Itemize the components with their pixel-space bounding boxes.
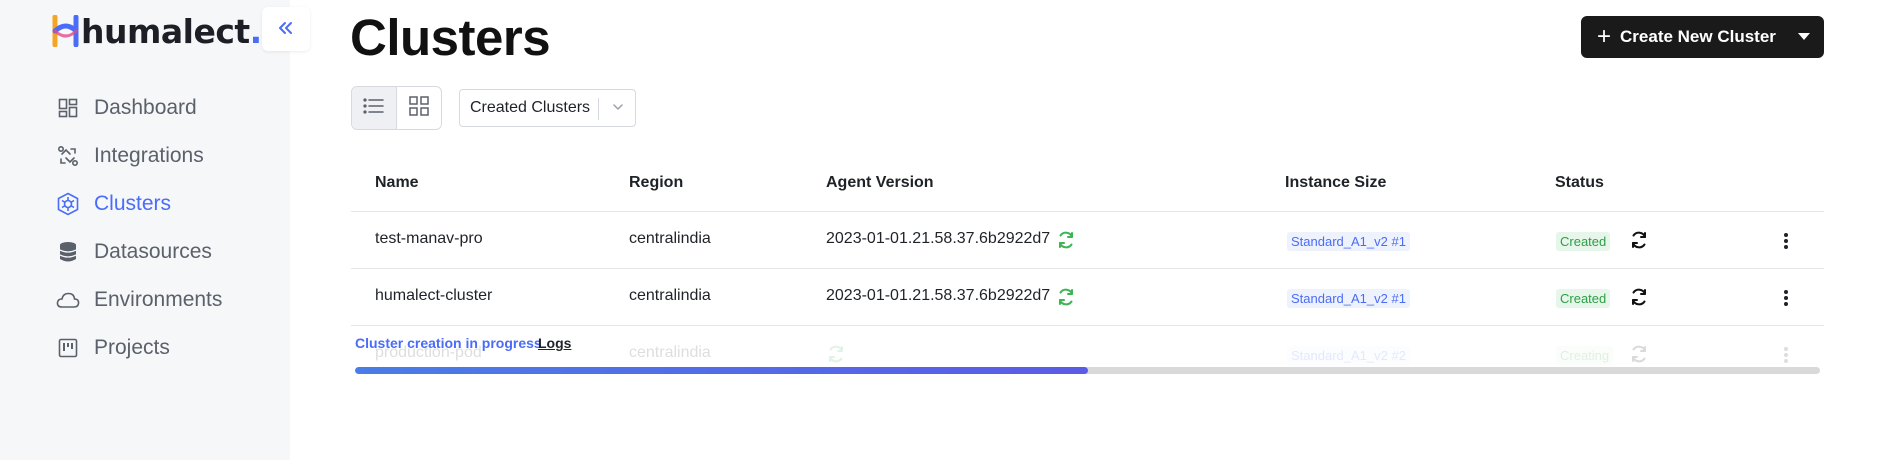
table-header: Name Region Agent Version Instance Size …	[351, 160, 1824, 212]
create-button-label: Create New Cluster	[1620, 27, 1776, 46]
sync-icon[interactable]	[1629, 287, 1649, 312]
column-header-agent-version[interactable]: Agent Version	[826, 174, 934, 192]
more-options-icon[interactable]	[1776, 230, 1796, 252]
list-view-icon	[363, 97, 385, 119]
column-header-status[interactable]: Status	[1555, 174, 1604, 192]
column-header-region[interactable]: Region	[629, 174, 683, 192]
projects-icon	[56, 336, 80, 360]
cluster-name[interactable]: humalect-cluster	[375, 287, 492, 305]
progress-bar-fill	[355, 367, 1088, 374]
status-badge: Created	[1556, 289, 1611, 308]
sidebar-collapse-button[interactable]	[262, 7, 310, 51]
table-row[interactable]: production-pod centralindia Standard_A1_…	[351, 326, 1824, 383]
sidebar-item-clusters[interactable]: Clusters	[56, 180, 222, 228]
sidebar-item-datasources[interactable]: Datasources	[56, 228, 222, 276]
integrations-icon	[56, 144, 80, 168]
table-row[interactable]: test-manav-pro centralindia 2023-01-01.2…	[351, 212, 1824, 269]
sidebar-item-label: Datasources	[94, 240, 212, 263]
more-options-icon[interactable]	[1776, 287, 1796, 309]
select-divider	[598, 98, 599, 120]
chevron-down-icon	[611, 100, 625, 119]
logs-link[interactable]: Logs	[538, 335, 571, 351]
brand-logo[interactable]: humalect.	[52, 11, 263, 51]
sidebar-item-label: Environments	[94, 288, 223, 311]
sidebar-item-environments[interactable]: Environments	[56, 276, 222, 324]
grid-view-icon	[409, 95, 429, 121]
instance-size-badge: Standard_A1_v2 #1	[1287, 289, 1410, 308]
page-title: Clusters	[350, 9, 551, 66]
sync-icon[interactable]	[1629, 230, 1649, 255]
sidebar-item-label: Dashboard	[94, 96, 197, 119]
cluster-agent-version: 2023-01-01.21.58.37.6b2922d7	[826, 230, 1051, 247]
sidebar-item-dashboard[interactable]: Dashboard	[56, 84, 222, 132]
cloud-icon	[56, 288, 80, 312]
dashboard-icon	[56, 96, 80, 120]
cluster-agent-version: 2023-01-01.21.58.37.6b2922d7	[826, 287, 1051, 304]
agent-update-icon[interactable]	[1056, 287, 1076, 312]
view-mode-toggle	[351, 86, 442, 130]
clusters-icon	[56, 192, 80, 216]
status-badge: Created	[1556, 232, 1611, 251]
sidebar-item-label: Projects	[94, 336, 170, 359]
progress-bar-track	[355, 367, 1820, 374]
list-view-button[interactable]	[352, 87, 397, 129]
sidebar-item-integrations[interactable]: Integrations	[56, 132, 222, 180]
instance-size-badge: Standard_A1_v2 #1	[1287, 232, 1410, 251]
progress-status-text: Cluster creation in progress	[355, 335, 542, 351]
humalect-logo-icon	[52, 14, 80, 48]
cluster-region: centralindia	[629, 287, 711, 304]
sidebar-item-label: Integrations	[94, 144, 204, 167]
database-icon	[56, 240, 80, 264]
double-chevron-left-icon	[278, 18, 294, 41]
sidebar-item-label: Clusters	[94, 192, 172, 215]
cluster-name[interactable]: test-manav-pro	[375, 230, 483, 248]
column-header-instance-size[interactable]: Instance Size	[1285, 174, 1386, 192]
agent-update-icon[interactable]	[1056, 230, 1076, 255]
plus-icon: +	[1597, 23, 1612, 50]
caret-down-icon[interactable]	[1798, 33, 1810, 40]
grid-view-button[interactable]	[397, 87, 442, 129]
filter-selected-value: Created Clusters	[470, 99, 591, 116]
sidebar: humalect. Dashboard Integrations Cluster…	[0, 0, 290, 460]
create-new-cluster-button[interactable]: + Create New Cluster	[1581, 16, 1824, 58]
cluster-creation-progress: Cluster creation in progress Logs	[351, 326, 1824, 383]
cluster-region: centralindia	[629, 230, 711, 247]
clusters-table: Name Region Agent Version Instance Size …	[351, 160, 1824, 383]
cluster-filter-select[interactable]: Created Clusters	[459, 89, 636, 127]
sidebar-nav: Dashboard Integrations Clusters Datasour…	[56, 84, 222, 372]
brand-name: humalect	[81, 11, 250, 51]
column-header-name[interactable]: Name	[375, 174, 419, 192]
sidebar-item-projects[interactable]: Projects	[56, 324, 222, 372]
brand-dot: .	[249, 11, 263, 51]
table-row[interactable]: humalect-cluster centralindia 2023-01-01…	[351, 269, 1824, 326]
